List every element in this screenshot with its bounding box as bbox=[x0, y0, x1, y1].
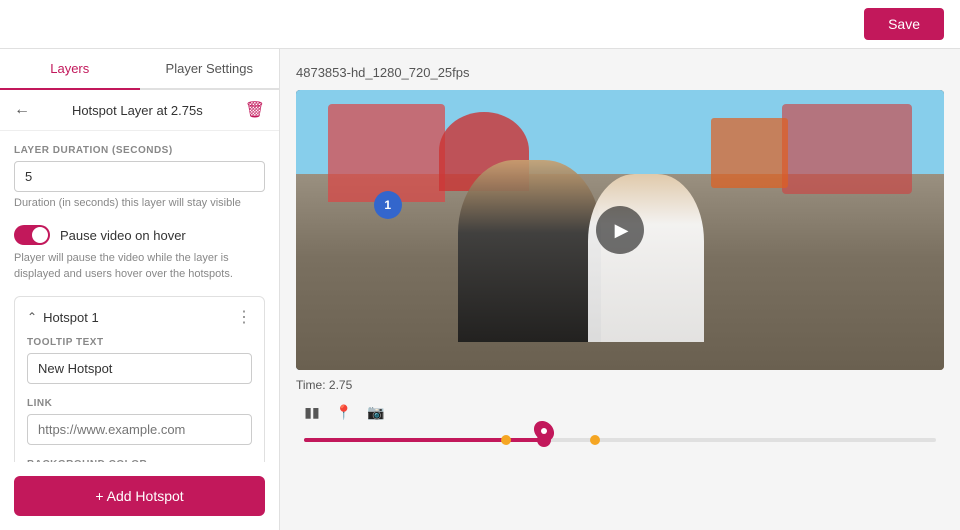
hotspot-timeline-marker[interactable] bbox=[535, 420, 553, 442]
add-hotspot-button[interactable]: + Add Hotspot bbox=[14, 476, 265, 516]
panel-body: LAYER DURATION (SECONDS) Duration (in se… bbox=[0, 131, 279, 462]
hotspot-name: Hotspot 1 bbox=[43, 310, 99, 325]
timeline-row bbox=[296, 430, 944, 450]
tooltip-label: TOOLTIP TEXT bbox=[27, 337, 252, 348]
hotspot-pin-icon[interactable]: 📍 bbox=[330, 398, 358, 426]
timeline-yellow-dot-1 bbox=[501, 435, 511, 445]
more-options-icon[interactable]: ⋮ bbox=[236, 307, 252, 327]
tabs-row: Layers Player Settings bbox=[0, 49, 279, 90]
layer-duration-input[interactable] bbox=[14, 161, 265, 192]
chevron-up-icon: ⌃ bbox=[27, 310, 37, 324]
bg-color-section: BACKGROUND COLOR Custom #0C80DFA6 bbox=[27, 459, 252, 462]
tooltip-section: TOOLTIP TEXT bbox=[27, 337, 252, 384]
right-panel: 4873853-hd_1280_720_25fps 1 bbox=[280, 49, 960, 530]
save-button[interactable]: Save bbox=[864, 8, 944, 40]
pause-video-row: Pause video on hover bbox=[14, 225, 265, 245]
link-label: LINK bbox=[27, 398, 252, 409]
timeline-yellow-dot-2 bbox=[590, 435, 600, 445]
timeline-icons: ▮▮ 📍 📷 bbox=[296, 398, 944, 426]
pause-video-hint: Player will pause the video while the la… bbox=[14, 251, 265, 282]
layer-duration-label: LAYER DURATION (SECONDS) bbox=[14, 145, 265, 156]
play-icon: ▶ bbox=[615, 220, 629, 241]
pause-video-toggle[interactable] bbox=[14, 225, 50, 245]
hotspot-item: ⌃ Hotspot 1 ⋮ TOOLTIP TEXT LINK bbox=[14, 296, 265, 462]
play-button[interactable]: ▶ bbox=[596, 206, 644, 254]
delete-layer-button[interactable]: 🗑 bbox=[245, 100, 265, 120]
time-display: Time: 2.75 bbox=[296, 378, 944, 392]
pause-video-section: Pause video on hover Player will pause t… bbox=[14, 225, 265, 282]
layer-duration-section: LAYER DURATION (SECONDS) Duration (in se… bbox=[14, 145, 265, 211]
bg-color-label: BACKGROUND COLOR bbox=[27, 459, 252, 462]
hotspot-item-header[interactable]: ⌃ Hotspot 1 ⋮ bbox=[15, 297, 264, 337]
back-button[interactable]: ← bbox=[14, 101, 30, 119]
hotspot-header-left: ⌃ Hotspot 1 bbox=[27, 310, 99, 325]
add-media-icon[interactable]: ▮▮ bbox=[298, 398, 326, 426]
video-title: 4873853-hd_1280_720_25fps bbox=[296, 65, 944, 80]
tab-player-settings[interactable]: Player Settings bbox=[140, 49, 280, 90]
left-panel: Layers Player Settings ← Hotspot Layer a… bbox=[0, 49, 280, 530]
pause-video-label: Pause video on hover bbox=[60, 228, 186, 243]
tooltip-input[interactable] bbox=[27, 353, 252, 384]
tab-layers[interactable]: Layers bbox=[0, 49, 140, 90]
panel-header: ← Hotspot Layer at 2.75s 🗑 bbox=[0, 90, 279, 131]
hotspot-fields: TOOLTIP TEXT LINK BACKGROUND COLOR Custo… bbox=[15, 337, 264, 462]
hotspot-marker[interactable]: 1 bbox=[374, 191, 402, 219]
hotspot-number: 1 bbox=[384, 198, 391, 212]
toggle-knob bbox=[32, 227, 48, 243]
panel-header-title: Hotspot Layer at 2.75s bbox=[30, 103, 245, 118]
video-bg: 1 ▶ bbox=[296, 90, 944, 370]
layer-duration-hint: Duration (in seconds) this layer will st… bbox=[14, 196, 265, 211]
top-bar: Save bbox=[0, 0, 960, 49]
marker-pin-dot bbox=[541, 428, 547, 434]
video-container: 1 ▶ bbox=[296, 90, 944, 370]
link-section: LINK bbox=[27, 398, 252, 445]
link-input[interactable] bbox=[27, 414, 252, 445]
main-layout: Layers Player Settings ← Hotspot Layer a… bbox=[0, 49, 960, 530]
camera-icon[interactable]: 📷 bbox=[362, 398, 390, 426]
timeline-track[interactable] bbox=[304, 438, 936, 442]
